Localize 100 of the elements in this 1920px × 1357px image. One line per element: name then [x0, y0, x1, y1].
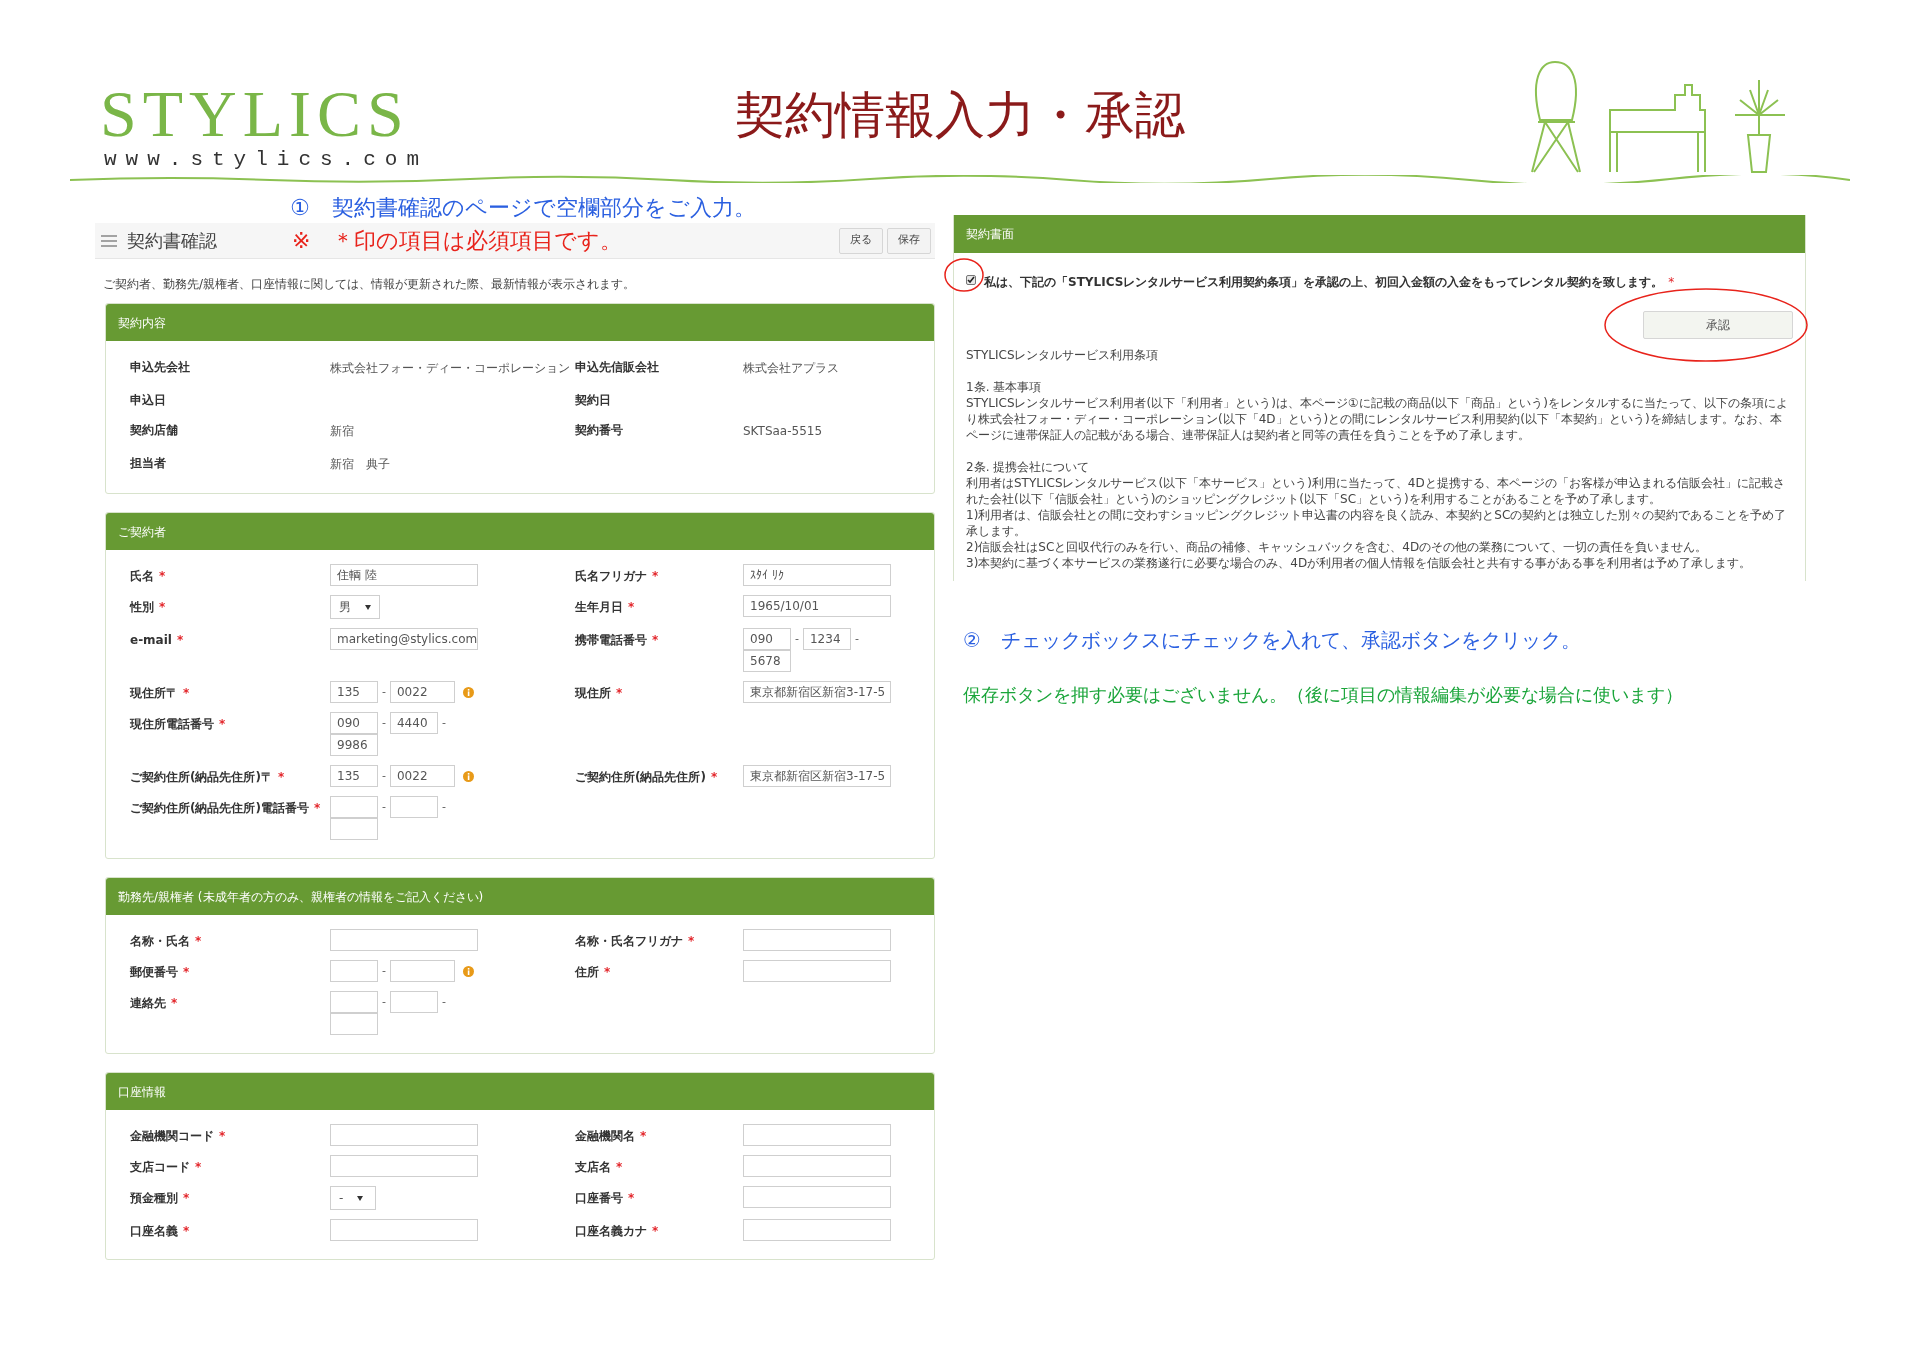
field-label: 現住所〒 *: [130, 685, 191, 702]
field-label: 生年月日 *: [575, 599, 636, 616]
section-header: 契約内容: [106, 304, 934, 341]
separator-dash: -: [381, 714, 387, 731]
select-field[interactable]: -: [330, 1186, 376, 1210]
input-field[interactable]: [330, 1219, 478, 1241]
separator-dash: -: [854, 630, 860, 647]
field-label: 契約番号: [575, 422, 624, 439]
input-field[interactable]: [743, 929, 891, 951]
toolbar-button[interactable]: 戻る: [839, 227, 883, 254]
input-field[interactable]: marketing@stylics.com: [330, 628, 478, 650]
input-field[interactable]: 東京都新宿区新宿3-17-5: [743, 681, 891, 703]
input-field[interactable]: [743, 1124, 891, 1146]
input-field[interactable]: [743, 960, 891, 982]
separator-dash: -: [441, 798, 447, 815]
input-field[interactable]: 9986: [330, 734, 378, 756]
caret-icon: [357, 1195, 364, 1201]
input-field[interactable]: [743, 1219, 891, 1241]
field-label: e-mail *: [130, 632, 185, 649]
terms-text: 2条. 提携会社について: [966, 459, 1091, 475]
field-label: 申込先信販会社: [575, 359, 660, 376]
field-label: 氏名フリガナ *: [575, 568, 660, 585]
input-field[interactable]: 東京都新宿区新宿3-17-5: [743, 765, 891, 787]
consent-checkbox[interactable]: [966, 275, 976, 285]
toolbar-button[interactable]: 保存: [887, 227, 931, 254]
field-label: 現住所電話番号 *: [130, 716, 227, 733]
field-label: 連絡先 *: [130, 995, 179, 1012]
input-field[interactable]: 0022: [390, 681, 455, 703]
field-value: 株式会社フォー・ディー・コーポレーション: [330, 361, 570, 375]
field-label: 名称・氏名フリガナ *: [575, 933, 696, 950]
notice-text: ご契約者、勤務先/親権者、口座情報に関しては、情報が更新された際、最新情報が表示されます。: [102, 276, 637, 293]
field-label: 契約店舗: [130, 422, 179, 439]
input-field[interactable]: 0022: [390, 765, 455, 787]
field-value: 株式会社アプラス: [743, 361, 839, 375]
logo-text: STYLICS: [100, 83, 411, 144]
input-field[interactable]: 090: [330, 712, 378, 734]
field-label: 口座名義 *: [130, 1223, 191, 1240]
consent-text: 私は、下記の「STYLICSレンタルサービス利用契約条項」を承認の上、初回入金額の入金をもってレンタル契約を致します。 *: [984, 274, 1675, 291]
terms-text: STYLICSレンタルサービス利用条項: [966, 347, 1160, 363]
instruction-text: ② チェックボックスにチェックを入れて、承認ボタンをクリック。: [962, 627, 1582, 654]
input-field[interactable]: [330, 960, 378, 982]
field-label: 性別 *: [130, 599, 167, 616]
field-label: 預金種別 *: [130, 1190, 191, 1207]
terms-text: 3)本契約に基づく本サービスの業務遂行に必要な場合のみ、4Dが利用者の個人情報を信販会社と共有する事がある事を利用者は予め了承します。: [966, 555, 1753, 571]
approve-button[interactable]: 承認: [1643, 311, 1793, 339]
input-field[interactable]: 135: [330, 681, 378, 703]
field-label: 氏名 *: [130, 568, 167, 585]
input-field[interactable]: [390, 991, 438, 1013]
page-title: 契約情報入力・承認: [735, 85, 1185, 146]
input-field[interactable]: [330, 929, 478, 951]
input-field[interactable]: [330, 1124, 478, 1146]
input-field[interactable]: [390, 960, 455, 982]
input-field[interactable]: 1234: [803, 628, 851, 650]
separator-dash: -: [441, 993, 447, 1010]
menu-icon[interactable]: [101, 234, 117, 247]
field-label: 金融機関コード *: [130, 1128, 227, 1145]
section-header: ご契約者: [106, 513, 934, 550]
input-field[interactable]: 1965/10/01: [743, 595, 891, 617]
field-label: 申込日: [130, 392, 167, 409]
input-field[interactable]: ｽﾀｲ ﾘｸ: [743, 564, 891, 586]
terms-text: 利用者はSTYLICSレンタルサービス(以下「本サービス」という)利用に当たって、4Dと提携する、本ページの「お客様が申込まれる信販会社」に記載された会社(以下「信販会社」という)のショッピングクレジット(以下「SC」という)を利用することがあることを予め了承します。: [966, 475, 1786, 507]
save-note: 保存ボタンを押す必要はございません。（後に項目の情報編集が必要な場合に使います）: [962, 683, 1684, 707]
input-field[interactable]: [390, 796, 438, 818]
input-field[interactable]: [330, 991, 378, 1013]
input-field[interactable]: 090: [743, 628, 791, 650]
separator-dash: -: [381, 962, 387, 979]
input-field[interactable]: [743, 1186, 891, 1208]
input-field[interactable]: [330, 818, 378, 840]
field-label: 支店コード *: [130, 1159, 203, 1176]
input-field[interactable]: 5678: [743, 650, 791, 672]
separator-dash: -: [441, 714, 447, 731]
terms-text: 2)信販会社はSCと回収代行のみを行い、商品の補修、キャッシュバックを含む、4Dのその他の業務について、一切の責任を負いません。: [966, 539, 1709, 555]
screen-title: 契約書確認: [127, 229, 218, 253]
field-label: 郵便番号 *: [130, 964, 191, 981]
field-label: 口座番号 *: [575, 1190, 636, 1207]
field-value: SKTSaa-5515: [743, 424, 823, 438]
field-label: 名称・氏名 *: [130, 933, 203, 950]
field-label: 口座名義カナ *: [575, 1223, 660, 1240]
required-note: ※ ＊印の項目は必須項目です。: [292, 227, 623, 255]
input-field[interactable]: 135: [330, 765, 378, 787]
input-field[interactable]: [743, 1155, 891, 1177]
caret-icon: [365, 604, 371, 610]
section-header: 口座情報: [106, 1073, 934, 1110]
logo-url: www.stylics.com: [103, 146, 430, 173]
terms-text: STYLICSレンタルサービス利用者(以下「利用者」という)は、本ページ①に記載の商品(以下「商品」という)をレンタルするに当たって、以下の条項により株式会社フォー・ディー・コーポレーション(以下「4D」という)との間にレンタルサービス利用契約(以下「本契約」という)を締結します。なお、本ページに連帯保証人の記載がある場合、連帯保証人は契約者と同等の責任を負うことを予め了承します。: [966, 395, 1789, 443]
input-field[interactable]: [330, 1155, 478, 1177]
input-field[interactable]: 住輌 陸: [330, 564, 478, 586]
field-label: 支店名 *: [575, 1159, 624, 1176]
separator-dash: -: [794, 630, 800, 647]
select-field[interactable]: 男: [330, 595, 380, 619]
field-label: ご契約住所(納品先住所)〒 *: [130, 769, 286, 786]
field-label: 金融機関名 *: [575, 1128, 648, 1145]
input-field[interactable]: 4440: [390, 712, 438, 734]
field-value: 新宿 典子: [330, 457, 390, 471]
field-label: 携帯電話番号 *: [575, 632, 660, 649]
input-field[interactable]: [330, 796, 378, 818]
field-value: 新宿: [330, 424, 354, 438]
field-label: 担当者: [130, 455, 167, 472]
separator-dash: -: [381, 767, 387, 784]
input-field[interactable]: [330, 1013, 378, 1035]
